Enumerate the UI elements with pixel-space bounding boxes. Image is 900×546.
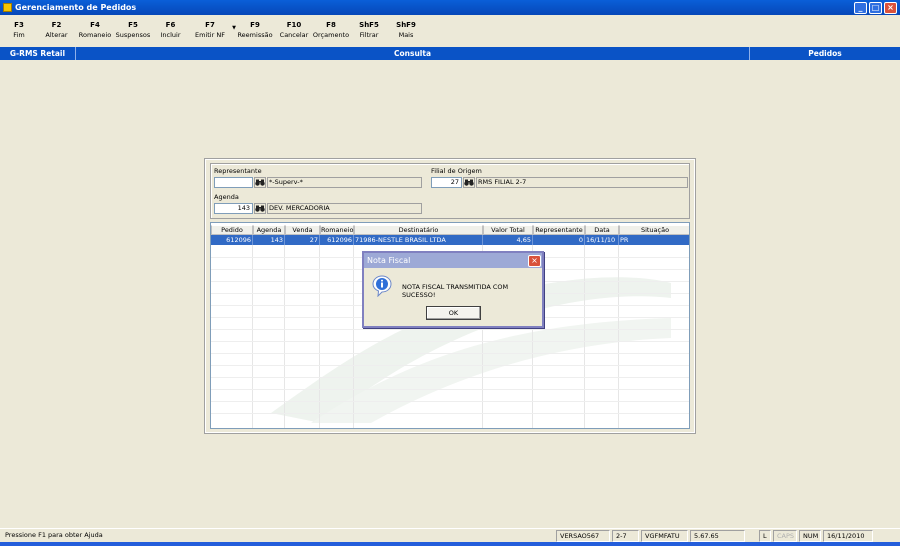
toolbar-key: F9 (250, 21, 260, 29)
toolbar-key: F7 (205, 21, 215, 29)
toolbar-label: Filtrar (359, 31, 379, 39)
status-date: 16/11/2010 (823, 529, 873, 542)
toolbar-label: Orçamento (312, 31, 350, 39)
status-filial: 2-7 (612, 529, 639, 542)
toolbar: F3 Fim F2 Alterar F4 Romaneio F5 Suspens… (0, 15, 900, 46)
binoculars-icon[interactable] (254, 203, 266, 214)
column-header[interactable]: Valor Total (483, 225, 533, 235)
toolbar-label: Incluir (160, 31, 181, 39)
dialog-close-button[interactable]: × (528, 254, 541, 267)
cell-venda: 27 (285, 235, 320, 245)
maximize-button[interactable]: □ (869, 1, 882, 14)
toolbar-label: Alterar (45, 31, 68, 39)
toolbar-button-cancelar[interactable]: F10 Cancelar (279, 15, 309, 46)
toolbar-button-orcamento[interactable]: F8 Orçamento (309, 15, 353, 46)
binoculars-icon[interactable] (463, 177, 475, 188)
toolbar-key: F8 (326, 21, 336, 29)
toolbar-button-suspensos[interactable]: F5 Suspensos (114, 15, 152, 46)
status-num: NUM (799, 529, 821, 542)
minimize-button[interactable]: _ (854, 1, 867, 14)
toolbar-key: F6 (165, 21, 176, 29)
column-header[interactable]: Data (585, 225, 619, 235)
status-version: VERSAO567 (556, 529, 610, 542)
toolbar-button-reemissao[interactable]: F9 Reemissão (231, 15, 279, 46)
toolbar-label: Romaneio (78, 31, 112, 39)
status-build: 5.67.65 (690, 529, 745, 542)
agenda-input[interactable]: 143 (214, 203, 253, 214)
toolbar-label: Suspensos (115, 31, 151, 39)
column-header[interactable]: Agenda (253, 225, 285, 235)
filial-input[interactable]: 27 (431, 177, 462, 188)
taskbar-edge (0, 542, 900, 546)
column-header[interactable]: Venda (285, 225, 320, 235)
toolbar-key: F10 (286, 21, 302, 29)
toolbar-button-emitir-nf[interactable]: F7 Emitir NF ▼ (189, 15, 236, 46)
table-row[interactable]: 612096 143 27 612096 71986-NESTLE BRASIL… (211, 235, 689, 245)
column-header[interactable]: Situação (619, 225, 689, 235)
cell-romaneio: 612096 (320, 235, 354, 245)
module-name: G-RMS Retail (0, 47, 76, 60)
column-header[interactable]: Destinatário (354, 225, 483, 235)
cell-destinatario: 71986-NESTLE BRASIL LTDA (354, 235, 483, 245)
agenda-description: DEV. MERCADORIA (267, 203, 422, 214)
status-help: Pressione F1 para obter Ajuda (5, 530, 103, 539)
app-icon (3, 3, 12, 12)
dialog-title: Nota Fiscal (367, 256, 411, 265)
toolbar-button-alterar[interactable]: F2 Alterar (37, 15, 76, 46)
close-button[interactable]: × (884, 1, 897, 14)
dialog-title-bar: Nota Fiscal × (364, 253, 542, 268)
toolbar-key: F5 (128, 21, 138, 29)
cell-agenda: 143 (253, 235, 285, 245)
toolbar-label: Reemissão (237, 31, 273, 39)
representante-description: *-Superv-* (267, 177, 422, 188)
binoculars-icon[interactable] (254, 177, 266, 188)
cell-data: 16/11/10 (585, 235, 619, 245)
column-header[interactable]: Romaneio (320, 225, 354, 235)
toolbar-key: F2 (51, 21, 62, 29)
status-bar: Pressione F1 para obter Ajuda VERSAO567 … (0, 528, 900, 542)
filial-description: RMS FILIAL 2-7 (476, 177, 688, 188)
toolbar-key: F3 (14, 21, 24, 29)
representante-input[interactable] (214, 177, 253, 188)
toolbar-key: ShF5 (359, 21, 379, 29)
module-bar: G-RMS Retail Consulta Pedidos (0, 47, 900, 60)
grid-header: Pedido Agenda Venda Romaneio Destinatári… (211, 225, 689, 235)
representante-label: Representante (214, 167, 262, 175)
info-icon (372, 275, 392, 297)
toolbar-button-mais[interactable]: ShF9 Mais (385, 15, 427, 46)
toolbar-label: Fim (13, 31, 25, 39)
dialog-message: NOTA FISCAL TRANSMITIDA COM SUCESSO! (402, 283, 509, 299)
status-caps: CAPS (773, 529, 797, 542)
status-program: VGFMFATU (641, 529, 688, 542)
toolbar-button-fim[interactable]: F3 Fim (1, 15, 37, 46)
cell-situacao: PR (619, 235, 689, 245)
agenda-label: Agenda (214, 193, 239, 201)
nota-fiscal-dialog: Nota Fiscal × NOTA FISCAL TRANSMITIDA CO… (362, 251, 544, 328)
toolbar-key: ShF9 (396, 21, 416, 29)
filter-group: Representante *-Superv-* Filial de Orige… (210, 163, 690, 219)
toolbar-label: Mais (398, 31, 414, 39)
column-header[interactable]: Representante (533, 225, 585, 235)
status-l: L (759, 529, 771, 542)
cell-pedido: 612096 (211, 235, 253, 245)
window-title: Gerenciamento de Pedidos (15, 3, 137, 12)
toolbar-button-filtrar[interactable]: ShF5 Filtrar (353, 15, 385, 46)
title-bar: Gerenciamento de Pedidos _ □ × (0, 0, 900, 15)
toolbar-label: Emitir NF (195, 31, 225, 39)
module-mode: Consulta (76, 47, 750, 60)
toolbar-button-incluir[interactable]: F6 Incluir (152, 15, 189, 46)
ok-button[interactable]: OK (426, 306, 481, 320)
cell-representante: 0 (533, 235, 585, 245)
toolbar-label: Cancelar (279, 31, 309, 39)
column-header[interactable]: Pedido (211, 225, 253, 235)
toolbar-key: F4 (90, 21, 100, 29)
module-section: Pedidos (808, 49, 842, 58)
toolbar-button-romaneio[interactable]: F4 Romaneio (76, 15, 114, 46)
filial-label: Filial de Origem (431, 167, 482, 175)
cell-valor-total: 4,65 (483, 235, 533, 245)
